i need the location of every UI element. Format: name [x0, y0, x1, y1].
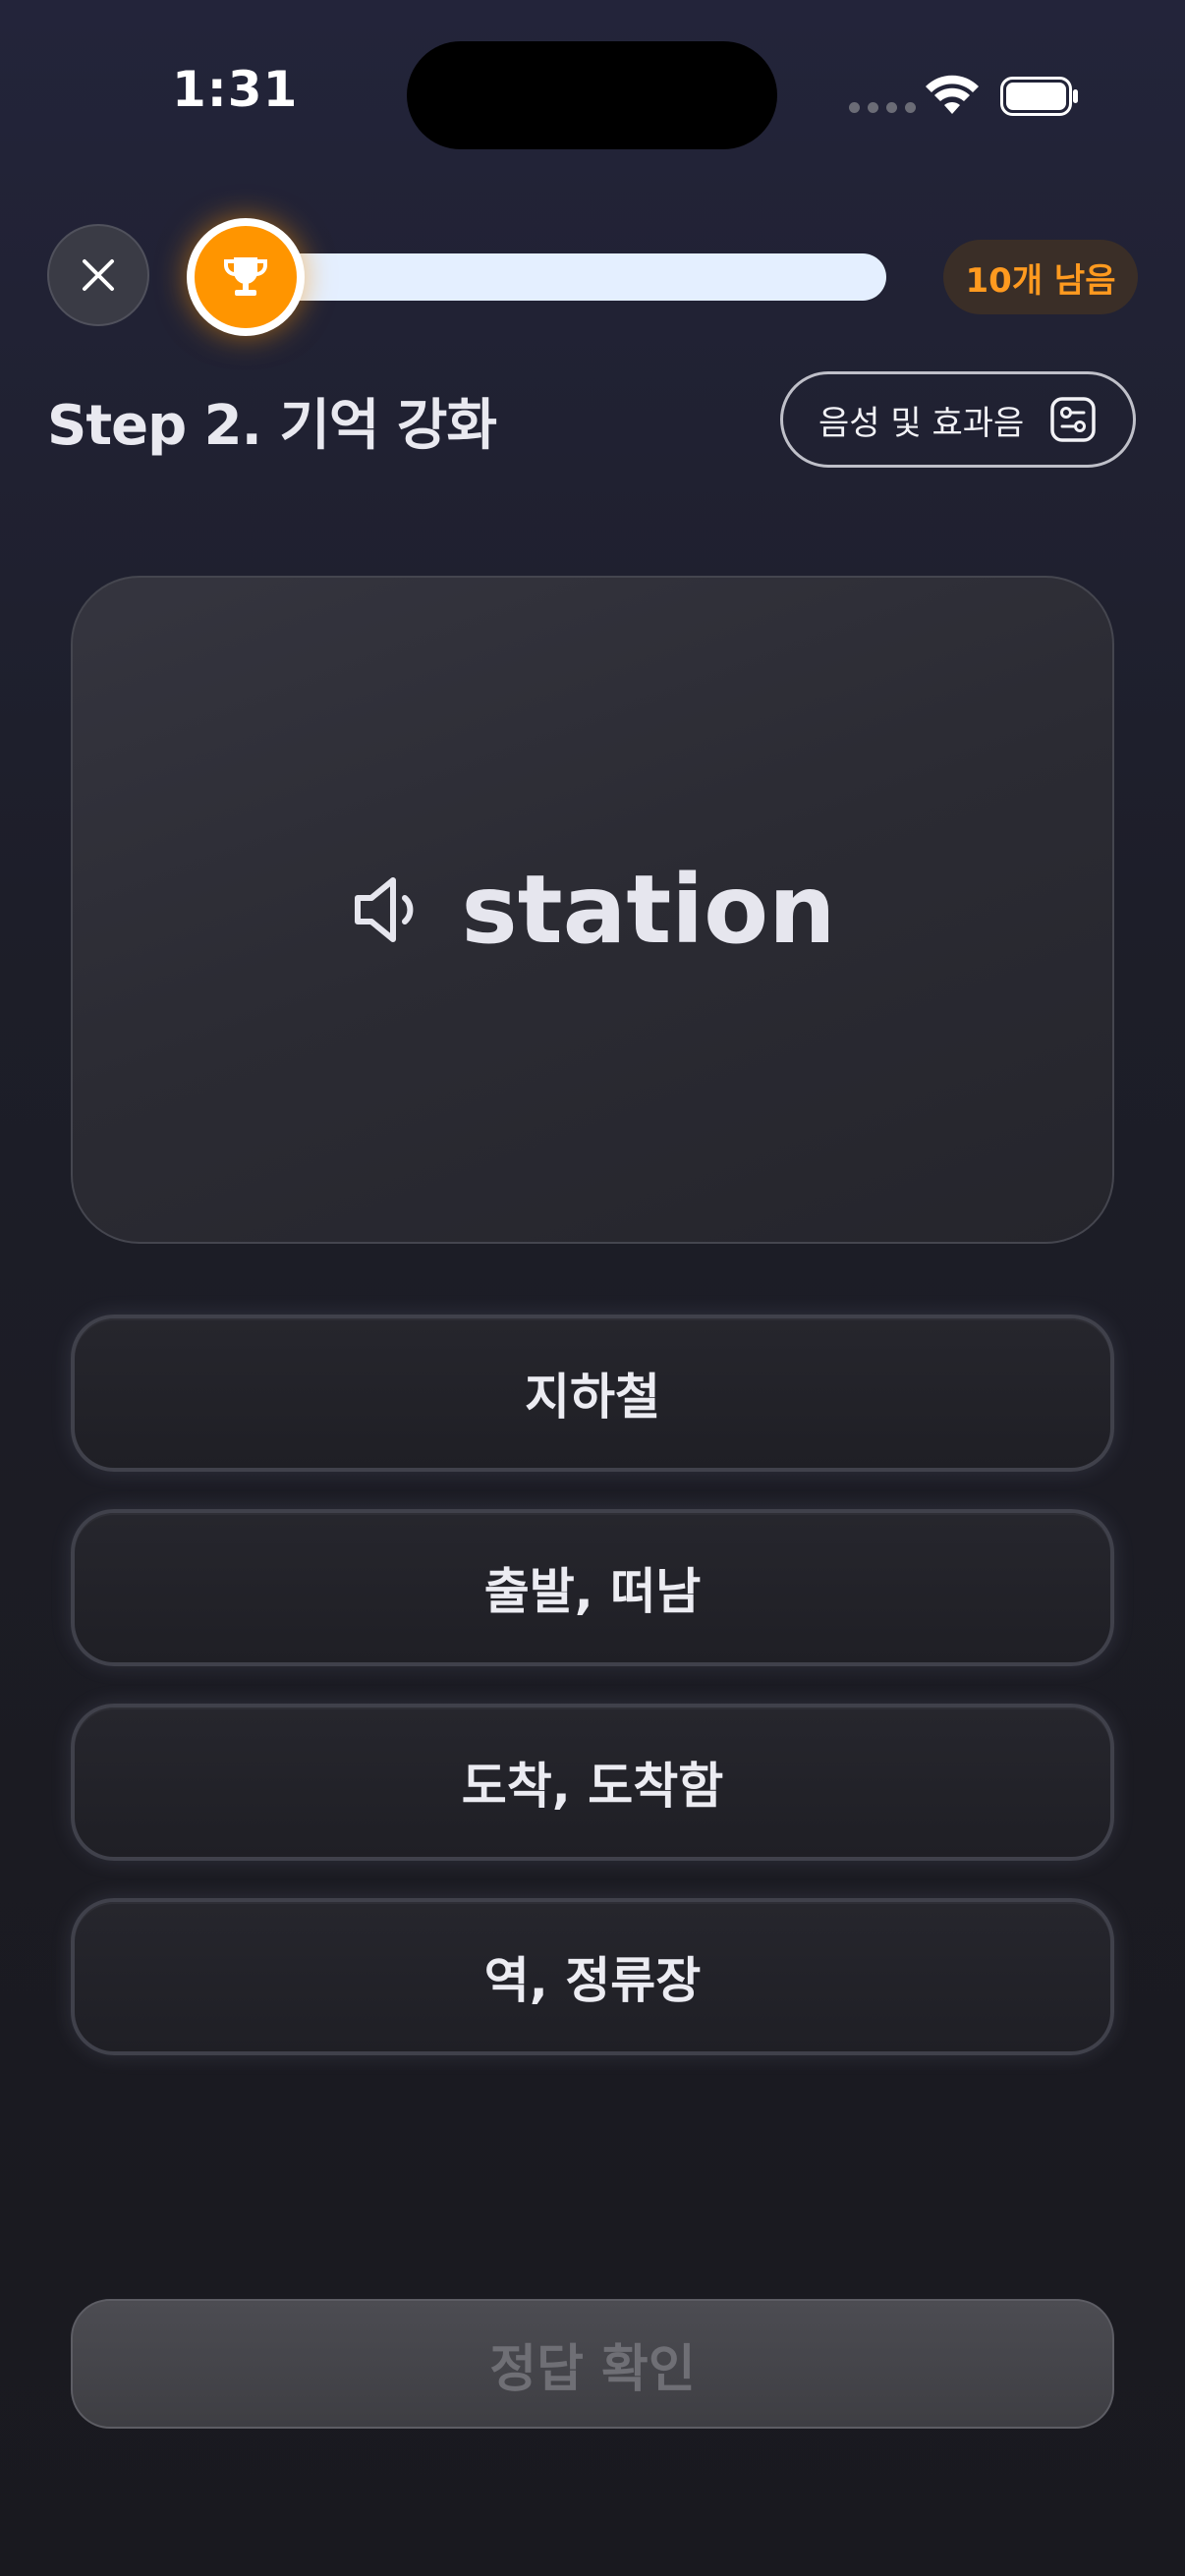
trophy-badge — [187, 218, 305, 336]
sound-settings-label: 음성 및 효과음 — [818, 403, 1025, 443]
answer-option-label: 지하철 — [525, 1369, 660, 1426]
wifi-icon — [926, 75, 979, 114]
answer-option-label: 도착, 도착함 — [461, 1758, 724, 1815]
answer-option-label: 출발, 떠남 — [483, 1563, 702, 1620]
vocabulary-word: station — [461, 855, 836, 965]
sound-settings-button[interactable]: 음성 및 효과음 — [780, 371, 1136, 468]
battery-icon — [1000, 77, 1078, 116]
word-card[interactable]: station — [71, 576, 1114, 1244]
remaining-count-badge: 10개 남음 — [943, 240, 1138, 314]
confirm-answer-button[interactable]: 정답 확인 — [71, 2299, 1114, 2429]
answer-option[interactable]: 도착, 도착함 — [71, 1704, 1114, 1861]
progress-bar — [275, 253, 886, 301]
sliders-icon — [1050, 397, 1096, 442]
trophy-icon — [224, 257, 267, 296]
status-time: 1:31 — [172, 61, 299, 118]
close-button[interactable] — [47, 224, 149, 326]
page-title: Step 2. 기억 강화 — [47, 394, 497, 458]
confirm-answer-label: 정답 확인 — [489, 2339, 696, 2399]
speaker-icon[interactable] — [350, 870, 428, 949]
answer-option[interactable]: 역, 정류장 — [71, 1898, 1114, 2055]
cellular-signal-icon — [849, 102, 916, 113]
answer-option[interactable]: 출발, 떠남 — [71, 1509, 1114, 1666]
answer-option-label: 역, 정류장 — [483, 1952, 702, 2009]
close-icon — [83, 259, 114, 291]
answer-option[interactable]: 지하철 — [71, 1315, 1114, 1472]
dynamic-island — [407, 41, 777, 149]
